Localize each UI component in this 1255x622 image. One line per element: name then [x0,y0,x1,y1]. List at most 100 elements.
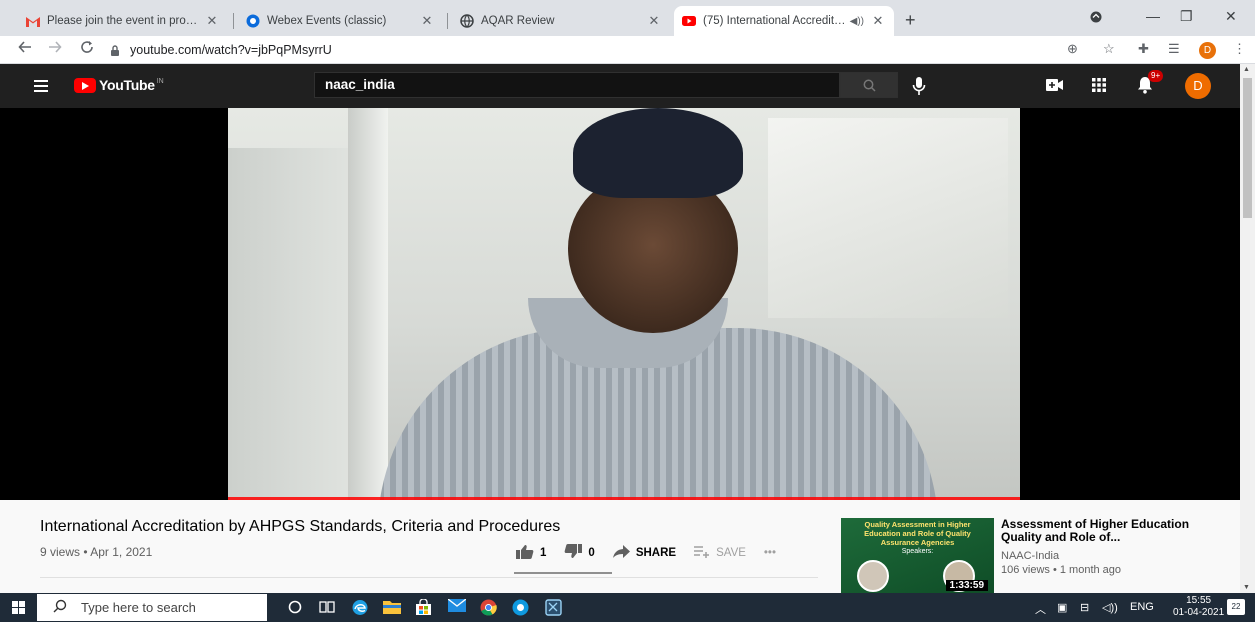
webex-icon [246,14,260,28]
hamburger-menu-icon[interactable] [34,80,48,92]
browser-tab-strip: Please join the event in progress ✕ Webe… [0,0,1255,36]
extensions-puzzle-icon[interactable]: ✚ [1138,41,1149,57]
share-button[interactable]: SHARE [612,545,677,561]
forward-arrow-icon [49,41,62,53]
scrollbar-thumb[interactable] [1243,78,1252,218]
security-tray-icon[interactable]: ▣ [1057,601,1067,614]
thumb-speakers-label: Speakers: [901,548,934,555]
recommended-channel-name[interactable]: NAAC-India [1001,550,1059,562]
close-icon[interactable]: ✕ [646,13,662,29]
more-menu-icon[interactable]: ⋮ [1233,41,1246,57]
speaker-cap [573,108,743,198]
windows-taskbar: Type here to search ︿ ▣ ⊟ ◁)) ENG 15:55 … [0,593,1255,622]
dislike-button[interactable]: 0 [564,544,595,562]
mail-icon[interactable] [447,598,467,616]
url-field[interactable]: youtube.com/watch?v=jbPqPMsyrrU [110,39,1050,61]
restore-button[interactable]: ❐ [1180,8,1193,25]
search-button[interactable] [840,72,898,98]
background-pillar [348,108,388,500]
file-explorer-icon[interactable] [383,599,401,616]
back-arrow-icon [18,41,31,53]
tab-title: Webex Events (classic) [267,15,387,27]
chrome-menu-icon[interactable] [1090,10,1102,26]
like-button[interactable]: 1 [516,544,546,562]
action-center-badge[interactable]: 22 [1227,599,1245,615]
account-avatar[interactable]: D [1185,73,1211,99]
youtube-play-icon [74,77,96,93]
video-title: International Accreditation by AHPGS Sta… [40,518,561,535]
tab-title: Please join the event in progress [47,15,198,27]
clock-date: 01-04-2021 [1173,607,1225,618]
browser-profile-avatar[interactable]: D [1199,42,1216,59]
speaker-photo [857,560,889,592]
notification-badge: 9+ [1148,70,1164,82]
tab-webex[interactable]: Webex Events (classic) ✕ [238,6,443,36]
video-frame[interactable] [228,108,1020,500]
video-actions: 1 0 SHARE SAVE ••• [516,544,794,562]
window-close-button[interactable]: ✕ [1225,8,1237,25]
close-icon[interactable]: ✕ [870,13,886,29]
chrome-browser-icon[interactable] [480,599,498,616]
reading-list-icon[interactable]: ☰ [1168,41,1180,57]
reload-button[interactable] [80,40,94,59]
forward-button[interactable] [48,40,62,59]
windows-start-icon[interactable] [12,601,25,614]
create-video-icon[interactable] [1046,78,1063,94]
show-hidden-icons-icon[interactable]: ︿ [1035,601,1046,617]
share-label: SHARE [635,547,677,559]
thumb-text-line: Assurance Agencies [880,538,955,547]
video-duration: 1:33:59 [945,580,988,591]
tab-aqar-review[interactable]: AQAR Review ✕ [452,6,670,36]
search-input[interactable]: naac_india [314,72,840,98]
recommended-video-title[interactable]: Assessment of Higher Education Quality a… [1001,518,1211,544]
tab-gmail[interactable]: Please join the event in progress ✕ [18,6,228,36]
youtube-logo[interactable]: YouTube IN [74,77,164,93]
snipping-tool-icon[interactable] [545,599,563,616]
more-actions-button[interactable]: ••• [764,547,776,559]
save-button[interactable]: SAVE [694,545,746,561]
edge-browser-icon[interactable] [351,599,369,616]
network-icon[interactable]: ⊟ [1080,601,1089,614]
youtube-icon [682,14,696,28]
new-tab-button[interactable]: + [905,11,916,29]
scroll-down-arrow-icon[interactable]: ▼ [1243,584,1250,591]
webex-taskbar-icon[interactable] [512,599,530,616]
audio-playing-icon[interactable]: ◀)) [850,16,864,27]
video-meta: 9 views • Apr 1, 2021 [40,545,153,559]
thumbs-up-icon [516,544,534,562]
video-info-section: International Accreditation by AHPGS Sta… [0,500,1240,593]
youtube-wordmark: YouTube [99,77,155,93]
language-indicator[interactable]: ENG [1130,601,1154,613]
thumb-text-line: Quality Assessment in Higher [864,520,971,529]
tab-youtube-active[interactable]: (75) International Accreditati ◀)) ✕ [674,6,894,36]
share-arrow-icon [612,545,630,561]
bookmark-star-icon[interactable]: ☆ [1103,41,1115,57]
tab-separator [233,13,234,29]
install-app-icon[interactable]: ⊕ [1067,41,1078,57]
taskbar-search-box[interactable]: Type here to search [37,594,267,621]
apps-grid-icon[interactable] [1092,78,1106,95]
recommended-video-thumbnail[interactable]: Quality Assessment in Higher Education a… [841,518,994,593]
like-count: 1 [540,547,547,559]
url-text: youtube.com/watch?v=jbPqPMsyrrU [130,43,332,57]
back-button[interactable] [18,40,32,59]
close-icon[interactable]: ✕ [204,13,220,29]
volume-icon[interactable]: ◁)) [1102,601,1118,614]
scroll-up-arrow-icon[interactable]: ▲ [1243,66,1250,73]
reload-icon [81,41,93,53]
close-icon[interactable]: ✕ [419,13,435,29]
dislike-count: 0 [588,547,595,559]
task-view-icon[interactable] [319,599,337,616]
save-label: SAVE [716,547,746,559]
address-bar-row: youtube.com/watch?v=jbPqPMsyrrU ⊕ ☆ ✚ ☰ … [0,36,1255,64]
gmail-icon [26,14,40,28]
minimize-button[interactable]: — [1146,8,1160,24]
system-clock[interactable]: 15:55 01-04-2021 [1173,595,1224,619]
microphone-icon[interactable] [912,76,926,96]
cortana-icon[interactable] [287,599,305,616]
video-player[interactable] [0,108,1240,500]
page-scrollbar[interactable]: ▲ ▼ [1240,64,1255,593]
thumbs-down-icon [564,544,583,562]
microsoft-store-icon[interactable] [415,598,433,616]
country-code: IN [156,77,164,85]
